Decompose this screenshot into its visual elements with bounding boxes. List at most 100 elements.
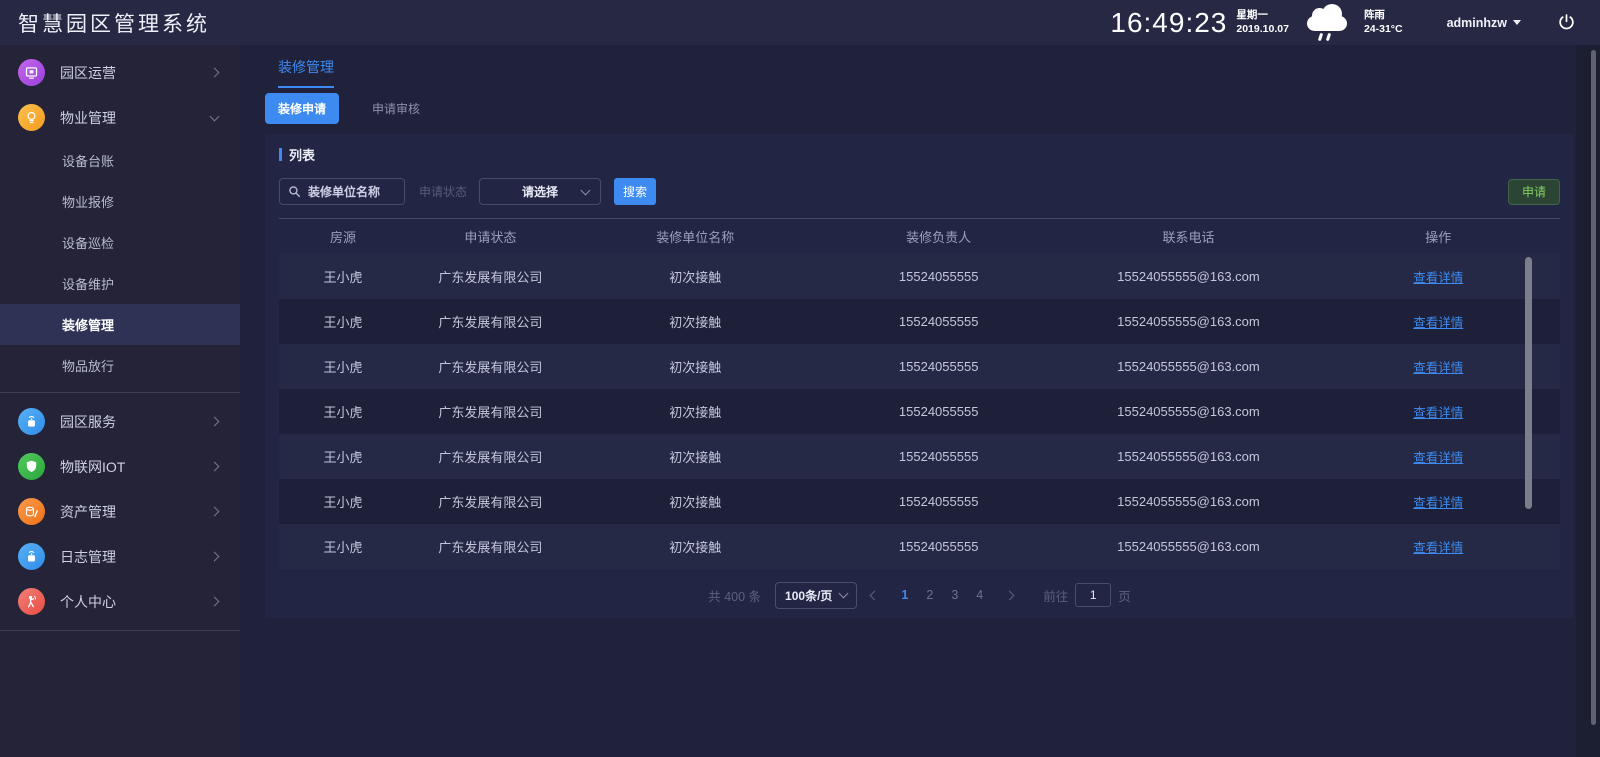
header-right: 16:49:23 星期一 2019.10.07 阵雨 24-31°C admin… xyxy=(1110,6,1600,40)
status-select-value: 请选择 xyxy=(522,183,558,200)
table-row: 王小虎广东发展有限公司初次接触1552405555515524055555@16… xyxy=(279,254,1560,299)
chevron-right-icon xyxy=(210,507,220,517)
page-scrollbar-gutter xyxy=(1576,45,1600,757)
section-title-bar xyxy=(279,148,282,161)
actions-cell: 查看详情 xyxy=(1317,492,1560,511)
sidebar-item-personal-center[interactable]: 个人中心 xyxy=(0,579,240,624)
table-cell: 王小虎 xyxy=(279,447,407,466)
view-details-link[interactable]: 查看详情 xyxy=(1413,406,1463,420)
chevron-right-icon xyxy=(210,597,220,607)
robot-icon xyxy=(18,543,45,570)
goto-page-input[interactable] xyxy=(1075,583,1111,607)
sidebar-item-label: 物品放行 xyxy=(62,356,114,375)
page-size-select[interactable]: 100条/页 xyxy=(775,582,857,609)
table-cell: 初次接触 xyxy=(574,267,817,286)
page-scrollbar-thumb[interactable] xyxy=(1591,50,1596,725)
apply-button[interactable]: 申请 xyxy=(1508,179,1560,205)
table-cell: 15524055555 xyxy=(817,359,1060,374)
column-header: 联系电话 xyxy=(1060,227,1316,246)
sidebar-item-park-service[interactable]: 园区服务 xyxy=(0,399,240,444)
search-box[interactable] xyxy=(279,178,405,205)
sidebar-divider xyxy=(0,630,240,631)
table-cell: 15524055555@163.com xyxy=(1060,449,1316,464)
sidebar-item-device-maintenance[interactable]: 设备维护 xyxy=(0,263,240,304)
page-number-3[interactable]: 3 xyxy=(942,588,967,602)
table-cell: 初次接触 xyxy=(574,447,817,466)
table-header: 房源申请状态装修单位名称装修负责人联系电话操作 xyxy=(279,218,1560,254)
page-number-1[interactable]: 1 xyxy=(892,588,917,602)
tab-decoration-mgmt[interactable]: 装修管理 xyxy=(278,57,334,88)
table-cell: 15524055555@163.com xyxy=(1060,539,1316,554)
sidebar-item-park-operation[interactable]: 园区运营 xyxy=(0,50,240,95)
sidebar-item-log-mgmt[interactable]: 日志管理 xyxy=(0,534,240,579)
column-header: 房源 xyxy=(279,227,407,246)
subtab-row: 装修申请申请审核 xyxy=(265,95,1574,122)
chevron-right-icon xyxy=(210,68,220,78)
sidebar-item-label: 园区服务 xyxy=(60,412,116,432)
view-details-link[interactable]: 查看详情 xyxy=(1413,451,1463,465)
page-size-value: 100条/页 xyxy=(785,587,832,604)
table-cell: 15524055555 xyxy=(817,539,1060,554)
subtab-apply-review[interactable]: 申请审核 xyxy=(359,93,433,124)
temp-range: 24-31°C xyxy=(1364,23,1403,37)
weather-block: 阵雨 24-31°C xyxy=(1364,9,1403,36)
sidebar-item-iot[interactable]: 物联网IOT xyxy=(0,444,240,489)
sidebar-item-property-repair[interactable]: 物业报修 xyxy=(0,181,240,222)
sidebar-item-property-mgmt[interactable]: 物业管理 xyxy=(0,95,240,140)
sidebar-item-decoration-mgmt[interactable]: 装修管理 xyxy=(0,304,240,345)
page-number-2[interactable]: 2 xyxy=(917,588,942,602)
table-row: 王小虎广东发展有限公司初次接触1552405555515524055555@16… xyxy=(279,299,1560,344)
power-icon[interactable] xyxy=(1557,13,1576,32)
prev-page-button[interactable] xyxy=(867,592,882,599)
subtab-decoration-apply[interactable]: 装修申请 xyxy=(265,93,339,124)
table: 房源申请状态装修单位名称装修负责人联系电话操作 王小虎广东发展有限公司初次接触1… xyxy=(279,218,1560,569)
search-button[interactable]: 搜索 xyxy=(614,178,656,205)
table-cell: 广东发展有限公司 xyxy=(407,312,574,331)
weather-desc: 阵雨 xyxy=(1364,9,1403,23)
table-cell: 15524055555@163.com xyxy=(1060,314,1316,329)
chevron-right-icon xyxy=(210,462,220,472)
table-scrollbar-thumb[interactable] xyxy=(1525,257,1532,509)
table-row: 王小虎广东发展有限公司初次接触1552405555515524055555@16… xyxy=(279,434,1560,479)
search-input[interactable] xyxy=(308,185,400,199)
username: adminhzw xyxy=(1447,16,1507,30)
table-cell: 15524055555 xyxy=(817,449,1060,464)
goto-unit-label: 页 xyxy=(1118,586,1131,605)
sidebar-item-asset-mgmt[interactable]: 资产管理 xyxy=(0,489,240,534)
column-header: 装修单位名称 xyxy=(574,227,817,246)
chevron-right-icon xyxy=(210,552,220,562)
bulb-icon xyxy=(18,104,45,131)
view-details-link[interactable]: 查看详情 xyxy=(1413,316,1463,330)
view-details-link[interactable]: 查看详情 xyxy=(1413,361,1463,375)
view-details-link[interactable]: 查看详情 xyxy=(1413,541,1463,555)
person-icon xyxy=(18,588,45,615)
sidebar-item-device-ledger[interactable]: 设备台账 xyxy=(0,140,240,181)
robot-icon xyxy=(18,408,45,435)
table-cell: 王小虎 xyxy=(279,357,407,376)
table-cell: 王小虎 xyxy=(279,402,407,421)
coins-icon xyxy=(18,498,45,525)
user-menu[interactable]: adminhzw xyxy=(1447,16,1521,30)
chevron-down-icon xyxy=(581,185,591,195)
next-page-button[interactable] xyxy=(1002,592,1017,599)
table-cell: 15524055555@163.com xyxy=(1060,359,1316,374)
app-title: 智慧园区管理系统 xyxy=(0,8,210,38)
sidebar-item-goods-release[interactable]: 物品放行 xyxy=(0,345,240,386)
status-filter-label: 申请状态 xyxy=(419,183,467,200)
pagination-total: 共 400 条 xyxy=(708,586,761,605)
goto-page: 前往 页 xyxy=(1043,583,1131,607)
sidebar-item-label: 物业管理 xyxy=(60,108,116,128)
table-cell: 广东发展有限公司 xyxy=(407,357,574,376)
date: 2019.10.07 xyxy=(1236,23,1289,37)
sidebar-item-label: 设备维护 xyxy=(62,274,114,293)
actions-cell: 查看详情 xyxy=(1317,312,1560,331)
table-cell: 广东发展有限公司 xyxy=(407,537,574,556)
sidebar-item-device-inspection[interactable]: 设备巡检 xyxy=(0,222,240,263)
status-select[interactable]: 请选择 xyxy=(479,178,601,205)
sidebar-item-label: 物联网IOT xyxy=(60,457,125,477)
view-details-link[interactable]: 查看详情 xyxy=(1413,271,1463,285)
actions-cell: 查看详情 xyxy=(1317,267,1560,286)
view-details-link[interactable]: 查看详情 xyxy=(1413,496,1463,510)
caret-down-icon xyxy=(1513,20,1521,25)
page-number-4[interactable]: 4 xyxy=(967,588,992,602)
